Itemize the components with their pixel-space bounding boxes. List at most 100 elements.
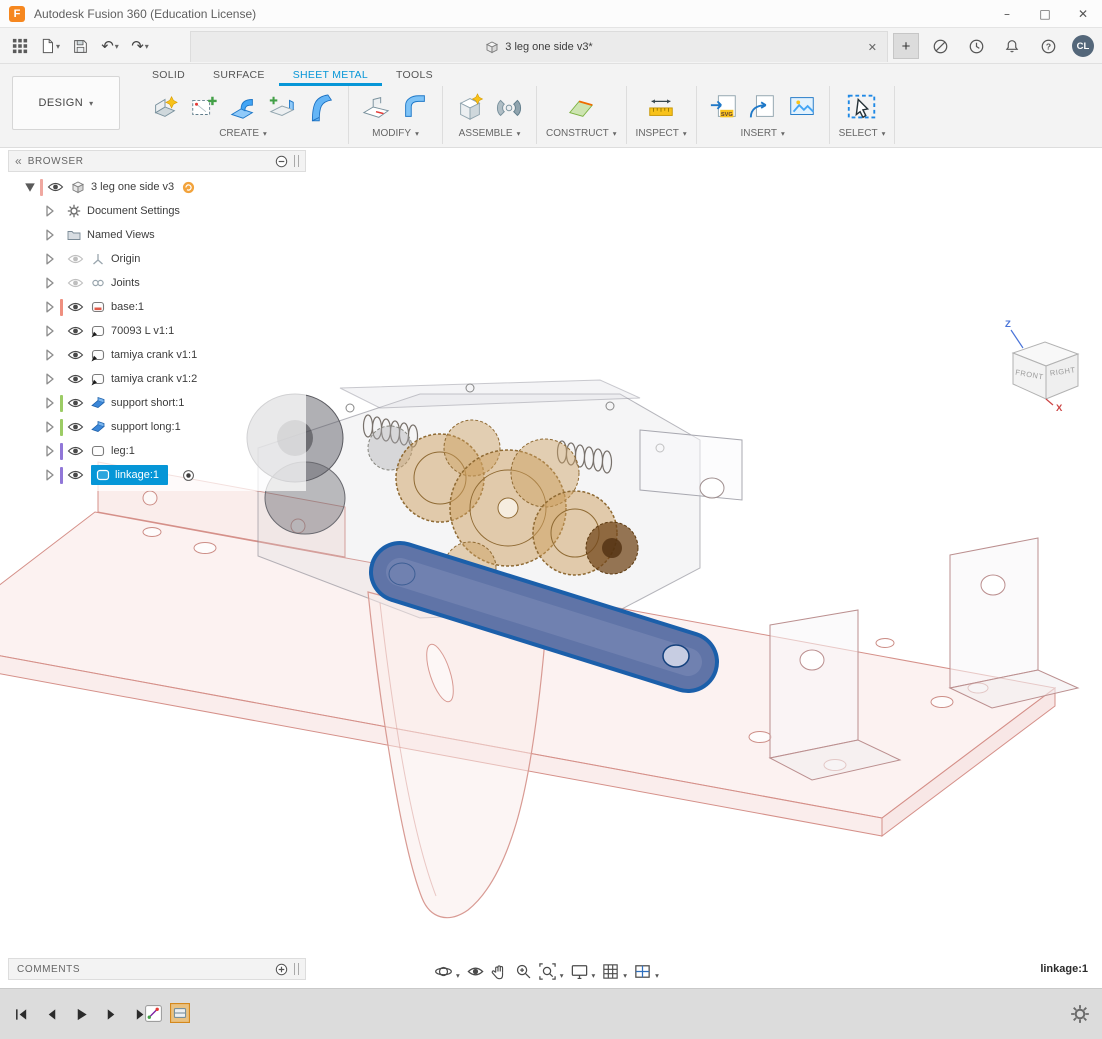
- expand-arrow-icon[interactable]: [44, 301, 56, 313]
- insert-canvas-button[interactable]: [784, 89, 820, 125]
- expand-arrow-icon[interactable]: [44, 421, 56, 433]
- browser-row-named-views[interactable]: Named Views: [8, 223, 306, 247]
- visibility-eye-icon[interactable]: [67, 277, 84, 289]
- assemble-menu-button[interactable]: ASSEMBLE▾: [459, 128, 521, 139]
- visibility-eye-icon[interactable]: [67, 325, 84, 337]
- viewports-caret[interactable]: ▾: [655, 971, 659, 980]
- data-panel-grid-button[interactable]: [8, 33, 32, 59]
- go-to-start-button[interactable]: [10, 1003, 32, 1025]
- browser-row-leg[interactable]: leg:1: [8, 439, 306, 463]
- file-menu-button[interactable]: ▾: [38, 33, 62, 59]
- browser-row-origin[interactable]: Origin: [8, 247, 306, 271]
- tab-surface[interactable]: SURFACE: [199, 65, 279, 86]
- select-menu-button[interactable]: SELECT▾: [839, 128, 886, 139]
- new-component-button[interactable]: [452, 89, 488, 125]
- create-flange-button[interactable]: [147, 89, 183, 125]
- create-flange-edge-button[interactable]: [264, 89, 300, 125]
- visibility-eye-icon[interactable]: [67, 301, 84, 313]
- browser-row-tamiya-crank-1[interactable]: tamiya crank v1:1: [8, 343, 306, 367]
- expand-arrow-icon[interactable]: [44, 229, 56, 241]
- play-button[interactable]: [70, 1003, 92, 1025]
- workspace-switcher-button[interactable]: DESIGN ▾: [12, 76, 120, 130]
- timeline-feature-selected[interactable]: [169, 1000, 191, 1026]
- timeline-feature-sketch[interactable]: [142, 1000, 164, 1026]
- display-settings-button[interactable]: [568, 959, 591, 983]
- browser-row-joints[interactable]: Joints: [8, 271, 306, 295]
- visibility-eye-icon[interactable]: [67, 397, 84, 409]
- tab-close-button[interactable]: ✕: [868, 41, 877, 54]
- browser-row-linkage-selected[interactable]: linkage:1: [8, 463, 306, 487]
- tab-sheet-metal[interactable]: SHEET METAL: [279, 65, 382, 86]
- visibility-eye-icon[interactable]: [67, 253, 84, 265]
- panel-drag-handle[interactable]: [294, 963, 299, 975]
- zoom-button[interactable]: [512, 959, 535, 983]
- tab-solid[interactable]: SOLID: [138, 65, 199, 86]
- save-button[interactable]: [68, 33, 92, 59]
- create-bend-button[interactable]: [225, 89, 261, 125]
- look-at-button[interactable]: [464, 959, 487, 983]
- window-maximize-button[interactable]: □: [1026, 0, 1064, 27]
- select-tool-button[interactable]: [844, 89, 880, 125]
- insert-derive-button[interactable]: [745, 89, 781, 125]
- create-menu-button[interactable]: CREATE▾: [219, 128, 267, 139]
- panel-expand-icon[interactable]: [275, 963, 288, 976]
- view-cube[interactable]: Z FRONT RIGHT X: [985, 313, 1102, 415]
- new-document-tab-button[interactable]: +: [893, 33, 919, 59]
- activate-component-radio[interactable]: [182, 469, 195, 482]
- expand-arrow-icon[interactable]: [44, 277, 56, 289]
- browser-row-70093[interactable]: 70093 L v1:1: [8, 319, 306, 343]
- visibility-eye-icon[interactable]: [67, 445, 84, 457]
- construction-plane-button[interactable]: [563, 89, 599, 125]
- redo-button[interactable]: ↷ ▾: [128, 33, 152, 59]
- orbit-button[interactable]: [432, 959, 455, 983]
- tab-tools[interactable]: TOOLS: [382, 65, 447, 86]
- expand-arrow-icon[interactable]: [24, 181, 36, 193]
- expand-arrow-icon[interactable]: [44, 205, 56, 217]
- extension-status-button[interactable]: [928, 33, 952, 59]
- fit-caret[interactable]: ▾: [560, 971, 564, 980]
- insert-menu-button[interactable]: INSERT▾: [741, 128, 785, 139]
- orbit-caret[interactable]: ▾: [456, 971, 460, 980]
- expand-arrow-icon[interactable]: [44, 469, 56, 481]
- create-sketch-button[interactable]: [186, 89, 222, 125]
- display-caret[interactable]: ▾: [592, 971, 596, 980]
- joint-button[interactable]: [491, 89, 527, 125]
- expand-arrow-icon[interactable]: [44, 253, 56, 265]
- comments-panel-header[interactable]: COMMENTS: [8, 958, 306, 980]
- browser-row-base[interactable]: base:1: [8, 295, 306, 319]
- visibility-eye-icon[interactable]: [67, 421, 84, 433]
- selected-item-highlight[interactable]: linkage:1: [91, 465, 168, 485]
- measure-button[interactable]: [643, 89, 679, 125]
- window-minimize-button[interactable]: –: [988, 0, 1026, 27]
- browser-panel-header[interactable]: « BROWSER: [8, 150, 306, 172]
- fit-view-button[interactable]: [536, 959, 559, 983]
- help-button[interactable]: ?: [1036, 33, 1060, 59]
- notifications-button[interactable]: [1000, 33, 1024, 59]
- panel-minimize-icon[interactable]: [275, 155, 288, 168]
- job-status-button[interactable]: [964, 33, 988, 59]
- window-close-button[interactable]: ✕: [1064, 0, 1102, 27]
- expand-arrow-icon[interactable]: [44, 373, 56, 385]
- create-flange-large-button[interactable]: [303, 89, 339, 125]
- collapse-panel-icon[interactable]: «: [15, 154, 22, 168]
- user-avatar[interactable]: CL: [1072, 35, 1094, 57]
- visibility-eye-icon[interactable]: [67, 469, 84, 481]
- bracket-right[interactable]: [950, 538, 1078, 708]
- modify-unfold-button[interactable]: [358, 89, 394, 125]
- undo-button[interactable]: ↶ ▾: [98, 33, 122, 59]
- expand-arrow-icon[interactable]: [44, 349, 56, 361]
- grid-caret[interactable]: ▾: [623, 971, 627, 980]
- modify-menu-button[interactable]: MODIFY▾: [372, 128, 419, 139]
- inspect-menu-button[interactable]: INSPECT▾: [636, 128, 687, 139]
- browser-row-tamiya-crank-2[interactable]: tamiya crank v1:2: [8, 367, 306, 391]
- expand-arrow-icon[interactable]: [44, 325, 56, 337]
- pan-button[interactable]: [488, 959, 511, 983]
- construct-menu-button[interactable]: CONSTRUCT▾: [546, 128, 617, 139]
- browser-row-root[interactable]: 3 leg one side v3: [8, 175, 306, 199]
- panel-drag-handle[interactable]: [294, 155, 299, 167]
- step-forward-button[interactable]: [100, 1003, 122, 1025]
- step-back-button[interactable]: [40, 1003, 62, 1025]
- visibility-eye-icon[interactable]: [67, 373, 84, 385]
- insert-svg-button[interactable]: SVG: [706, 89, 742, 125]
- viewports-button[interactable]: [631, 959, 654, 983]
